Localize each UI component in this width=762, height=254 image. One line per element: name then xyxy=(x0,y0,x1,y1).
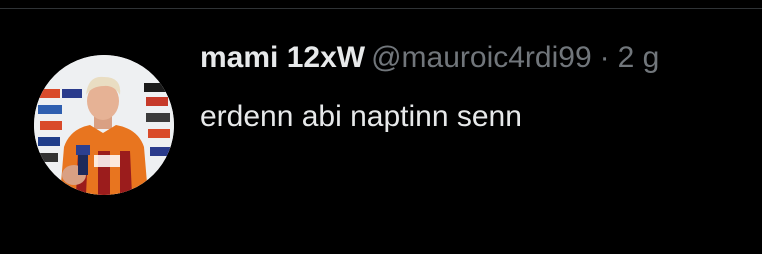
timestamp[interactable]: 2 g xyxy=(618,41,660,74)
display-name[interactable]: mami 12xW xyxy=(200,41,365,74)
separator-dot: · xyxy=(599,41,610,74)
tweet-card[interactable]: mami 12xW @mauroic4rdi99 · 2 g erdenn abi n… xyxy=(0,9,762,254)
tweet-header: mami 12xW @mauroic4rdi99 · 2 g xyxy=(200,40,659,76)
avatar[interactable] xyxy=(34,55,174,195)
tweet-text: erdenn abi naptinn senn xyxy=(200,100,522,133)
avatar-image xyxy=(34,55,174,195)
tweet-page: mami 12xW @mauroic4rdi99 · 2 g erdenn abi n… xyxy=(0,0,762,254)
user-handle[interactable]: @mauroic4rdi99 xyxy=(371,41,592,74)
